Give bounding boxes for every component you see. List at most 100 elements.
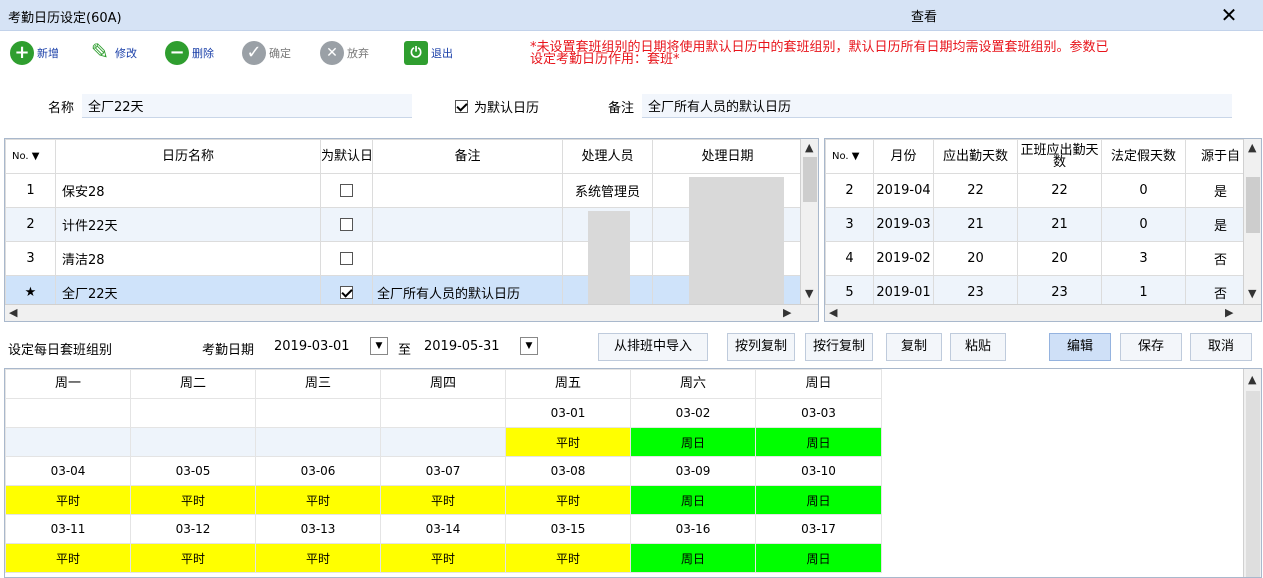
vertical-scrollbar[interactable]: ▲ ▼ <box>1243 139 1261 304</box>
header-month[interactable]: 月份 <box>873 139 934 174</box>
date-from-value[interactable]: 2019-03-01 <box>274 339 350 354</box>
filter-icon[interactable]: ▼ <box>852 151 860 162</box>
name-label: 名称 <box>48 100 75 116</box>
shift-cell[interactable]: 周日 <box>630 485 756 515</box>
default-label: 为默认日历 <box>474 100 540 116</box>
header-date[interactable]: 处理日期 <box>652 139 803 174</box>
scroll-down-icon[interactable]: ▼ <box>805 287 813 300</box>
to-label: 至 <box>398 343 412 358</box>
toolbar: + 新增 ✎ 修改 − 删除 ✓ 确定 ✕ 放弃 ⏻ 退出 *未设置套班组别的日… <box>0 33 1263 79</box>
shift-cell[interactable]: 周日 <box>630 427 756 457</box>
shift-cell[interactable]: 周日 <box>755 543 882 573</box>
header-handler[interactable]: 处理人员 <box>562 139 653 174</box>
title-bar: 考勤日历设定(60A) 查看 ✕ <box>0 0 1263 31</box>
date-label: 考勤日期 <box>202 343 255 358</box>
default-checkbox-group[interactable]: 为默认日历 <box>455 93 539 119</box>
vertical-scrollbar[interactable]: ▲ <box>1243 369 1261 577</box>
filter-icon[interactable]: ▼ <box>32 151 40 162</box>
x-icon: ✕ <box>320 41 344 65</box>
scroll-down-icon[interactable]: ▼ <box>1248 287 1256 300</box>
scroll-right-icon[interactable]: ▶ <box>1225 306 1233 319</box>
remark-input[interactable] <box>642 94 1233 118</box>
shift-cell[interactable]: 平时 <box>380 485 506 515</box>
row-default-checkbox[interactable] <box>340 218 353 231</box>
shift-cell[interactable]: 周日 <box>755 427 882 457</box>
delete-button[interactable]: − 删除 <box>165 38 214 68</box>
shift-cell[interactable]: 周日 <box>630 543 756 573</box>
scroll-up-icon[interactable]: ▲ <box>1248 373 1256 386</box>
header-name[interactable]: 日历名称 <box>55 139 321 174</box>
table-row[interactable]: 4 2019-02 20 20 3 否 <box>825 241 1256 276</box>
header-default[interactable]: 为默认日历 <box>320 139 373 174</box>
name-input[interactable] <box>82 94 413 118</box>
copy-by-row-button[interactable]: 按行复制 <box>805 333 873 361</box>
header-regular-days[interactable]: 正班应出勤天数 <box>1017 139 1102 174</box>
row-default-checkbox[interactable] <box>340 252 353 265</box>
copy-by-column-button[interactable]: 按列复制 <box>727 333 795 361</box>
table-row[interactable]: 3 2019-03 21 21 0 是 <box>825 207 1256 242</box>
scroll-left-icon[interactable]: ◀ <box>829 306 837 319</box>
schedule-toolbar: 设定每日套班组别 考勤日期 2019-03-01 ▼ 至 2019-05-31 … <box>0 333 1263 363</box>
scroll-left-icon[interactable]: ◀ <box>9 306 17 319</box>
table-row[interactable]: 2 计件22天 <box>5 207 803 242</box>
redacted-area <box>689 177 784 307</box>
shift-cell[interactable]: 平时 <box>505 427 631 457</box>
exit-button[interactable]: ⏻ 退出 <box>404 38 453 68</box>
scroll-up-icon[interactable]: ▲ <box>805 141 813 154</box>
shift-cell[interactable]: 平时 <box>130 485 256 515</box>
shift-cell[interactable]: 平时 <box>5 485 131 515</box>
scroll-right-icon[interactable]: ▶ <box>783 306 791 319</box>
window-title: 考勤日历设定(60A) <box>8 11 122 26</box>
vertical-scrollbar[interactable]: ▲ ▼ <box>800 139 818 304</box>
import-from-shift-button[interactable]: 从排班中导入 <box>598 333 708 361</box>
close-icon[interactable]: ✕ <box>1216 2 1242 28</box>
month-list-grid: No. ▼ 月份 应出勤天数 正班应出勤天数 法定假天数 源于自 2 2019-… <box>824 138 1262 322</box>
shift-cell[interactable]: 平时 <box>505 543 631 573</box>
header-no[interactable]: No. ▼ <box>5 139 56 174</box>
weekday-header: 周日 <box>755 369 882 399</box>
date-row: 03-11 03-12 03-13 03-14 03-15 03-16 03-1… <box>5 514 882 544</box>
confirm-button[interactable]: ✓ 确定 <box>242 38 291 68</box>
save-button[interactable]: 保存 <box>1120 333 1182 361</box>
shift-cell[interactable]: 平时 <box>380 543 506 573</box>
pencil-icon: ✎ <box>90 40 110 65</box>
table-row[interactable]: 3 清洁28 <box>5 241 803 276</box>
notice-text: *未设置套班组别的日期将使用默认日历中的套班组别，默认日历所有日期均需设置套班组… <box>530 40 1109 67</box>
edit-button[interactable]: ✎ 修改 <box>88 38 137 68</box>
horizontal-scrollbar[interactable]: ◀ ▶ <box>825 304 1261 321</box>
table-row[interactable]: 2 2019-04 22 22 0 是 <box>825 173 1256 208</box>
shift-cell[interactable]: 平时 <box>5 543 131 573</box>
shift-cell[interactable]: 平时 <box>255 543 381 573</box>
scroll-thumb[interactable] <box>1246 177 1260 233</box>
add-button[interactable]: + 新增 <box>10 38 59 68</box>
shift-cell[interactable]: 平时 <box>255 485 381 515</box>
discard-button[interactable]: ✕ 放弃 <box>320 38 369 68</box>
date-from-dropdown-icon[interactable]: ▼ <box>370 337 388 355</box>
horizontal-scrollbar[interactable]: ◀ ▶ <box>5 304 818 321</box>
paste-button[interactable]: 粘贴 <box>950 333 1006 361</box>
header-holiday-days[interactable]: 法定假天数 <box>1101 139 1186 174</box>
header-due-days[interactable]: 应出勤天数 <box>933 139 1018 174</box>
row-default-checkbox[interactable] <box>340 286 353 299</box>
copy-button[interactable]: 复制 <box>886 333 942 361</box>
scroll-thumb[interactable] <box>803 157 817 202</box>
edit-mode-button[interactable]: 编辑 <box>1049 333 1111 361</box>
date-to-dropdown-icon[interactable]: ▼ <box>520 337 538 355</box>
date-row: 03-01 03-02 03-03 <box>5 398 882 428</box>
scroll-thumb[interactable] <box>1246 391 1260 577</box>
row-default-checkbox[interactable] <box>340 184 353 197</box>
table-row[interactable]: 1 保安28 系统管理员 <box>5 173 803 208</box>
date-to-value[interactable]: 2019-05-31 <box>424 339 500 354</box>
shift-row: 平时 平时 平时 平时 平时 周日 周日 <box>5 485 882 515</box>
shift-cell[interactable]: 平时 <box>130 543 256 573</box>
header-no[interactable]: No. ▼ <box>825 139 874 174</box>
shift-cell[interactable]: 平时 <box>505 485 631 515</box>
default-checkbox[interactable] <box>455 99 468 113</box>
cancel-button[interactable]: 取消 <box>1190 333 1252 361</box>
weekday-header: 周六 <box>630 369 756 399</box>
weekday-header: 周二 <box>130 369 256 399</box>
scroll-up-icon[interactable]: ▲ <box>1248 141 1256 154</box>
shift-cell[interactable]: 周日 <box>755 485 882 515</box>
weekday-header: 周五 <box>505 369 631 399</box>
header-remark[interactable]: 备注 <box>372 139 563 174</box>
